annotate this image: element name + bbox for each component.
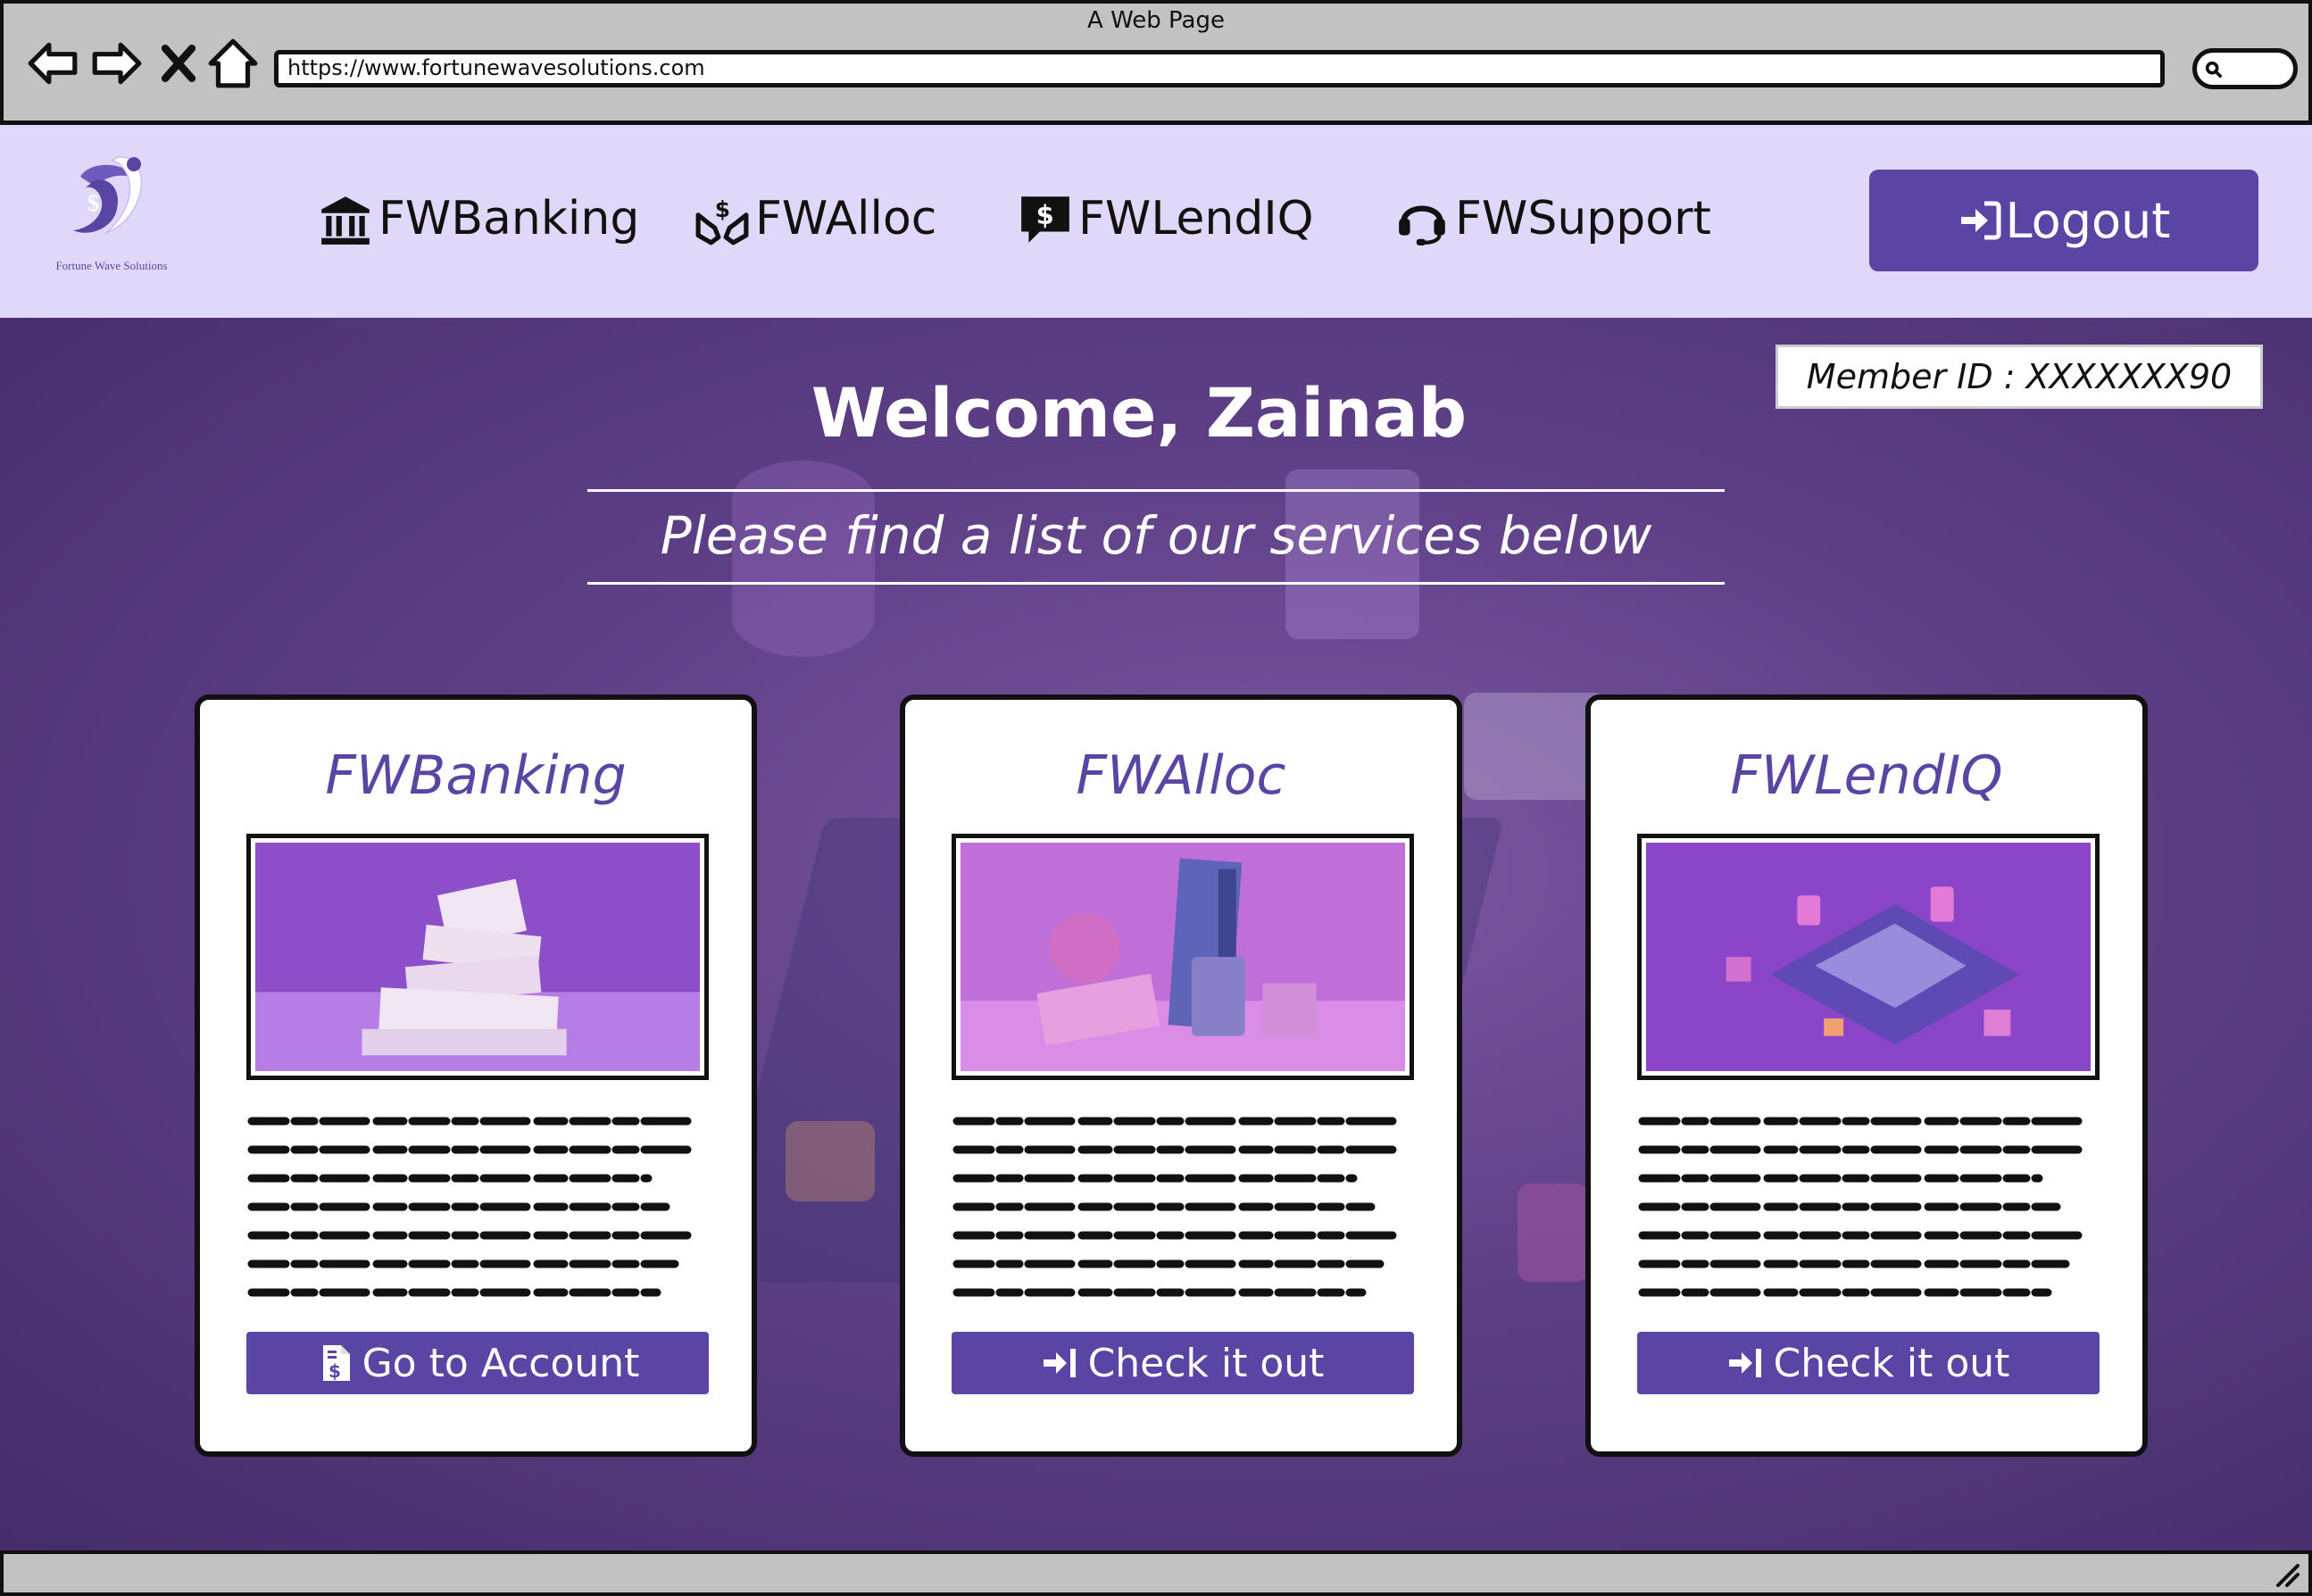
service-card-fwlendiq: FWLendIQ Check it out — [1585, 694, 2148, 1457]
headset-icon — [1399, 205, 1445, 245]
sign-in-icon — [1728, 1349, 1761, 1377]
logo-emblem: $ — [73, 156, 143, 235]
forward-arrow-icon[interactable] — [89, 36, 145, 91]
nav-fwbanking-label: FWBanking — [378, 192, 640, 245]
status-bar — [0, 1550, 2312, 1596]
company-logo[interactable]: $ Fortune Wave Solutions — [36, 152, 187, 286]
calculator-image — [1637, 834, 2100, 1080]
welcome-heading: Welcome, Zainab — [811, 373, 1468, 453]
service-card-fwalloc: FWAlloc Check it out — [900, 694, 1462, 1457]
svg-text:$: $ — [87, 190, 99, 216]
card-title: FWBanking — [325, 744, 627, 807]
check-it-out-label: Check it out — [1087, 1340, 1325, 1386]
home-icon[interactable] — [205, 36, 261, 91]
description-scribble — [246, 1112, 693, 1309]
services-subtitle: Please find a list of our services below — [660, 505, 1652, 566]
nav-fwsupport[interactable]: FWSupport — [1394, 183, 1711, 254]
card-title: FWLendIQ — [1730, 744, 2003, 807]
nav-fwlendiq-label: FWLendIQ — [1078, 192, 1314, 245]
bank-icon — [321, 196, 370, 245]
go-to-account-label: Go to Account — [362, 1340, 640, 1386]
svg-text:$: $ — [715, 196, 730, 222]
description-scribble — [952, 1112, 1398, 1309]
browser-chrome: A Web Page https://www.fortunewavesoluti… — [0, 0, 2312, 125]
money-stack-image — [246, 834, 709, 1080]
service-card-fwbanking: FWBanking $ Go to Account — [195, 694, 757, 1457]
main-content: Member ID : XXXXXXX90 Welcome, Zainab Pl… — [0, 318, 2312, 1550]
search-field[interactable] — [2192, 48, 2298, 89]
search-icon — [2205, 61, 2223, 79]
resize-grip-icon[interactable] — [2273, 1560, 2300, 1587]
back-arrow-icon[interactable] — [25, 36, 80, 91]
window-title: A Web Page — [1087, 7, 1225, 34]
nav-fwalloc-label: FWAlloc — [755, 192, 937, 245]
invoice-dollar-icon: $ — [322, 1345, 350, 1382]
sign-in-icon — [1043, 1349, 1076, 1377]
close-x-icon[interactable] — [154, 36, 204, 91]
description-scribble — [1637, 1112, 2083, 1309]
bg-decor-cube — [786, 1121, 875, 1201]
logout-label: Logout — [2005, 192, 2171, 249]
svg-text:$: $ — [1036, 200, 1054, 230]
svg-text:$: $ — [329, 1360, 341, 1382]
divider-bottom — [587, 582, 1725, 585]
logout-button[interactable]: Logout — [1869, 170, 2258, 271]
nav-fwsupport-label: FWSupport — [1455, 192, 1711, 245]
url-input[interactable]: https://www.fortunewavesolutions.com — [274, 50, 2165, 87]
hands-dollar-icon: $ — [695, 196, 749, 245]
finance-objects-image — [952, 834, 1414, 1080]
check-it-out-label: Check it out — [1773, 1340, 2010, 1386]
site-header: $ Fortune Wave Solutions FWBanking $ FWA… — [0, 125, 2312, 318]
divider-top — [587, 489, 1725, 492]
sign-in-icon — [1960, 201, 2001, 240]
nav-fwalloc[interactable]: $ FWAlloc — [694, 183, 936, 254]
check-it-out-button-fwalloc[interactable]: Check it out — [952, 1332, 1414, 1394]
nav-fwlendiq[interactable]: $ FWLendIQ — [1018, 183, 1314, 254]
nav-fwbanking[interactable]: FWBanking — [318, 183, 639, 254]
bg-decor-ring — [1518, 1184, 1589, 1282]
dollar-message-icon: $ — [1021, 196, 1069, 243]
card-title: FWAlloc — [1076, 744, 1286, 807]
logo-text: Fortune Wave Solutions — [55, 259, 168, 272]
go-to-account-button[interactable]: $ Go to Account — [246, 1332, 709, 1394]
check-it-out-button-fwlendiq[interactable]: Check it out — [1637, 1332, 2100, 1394]
